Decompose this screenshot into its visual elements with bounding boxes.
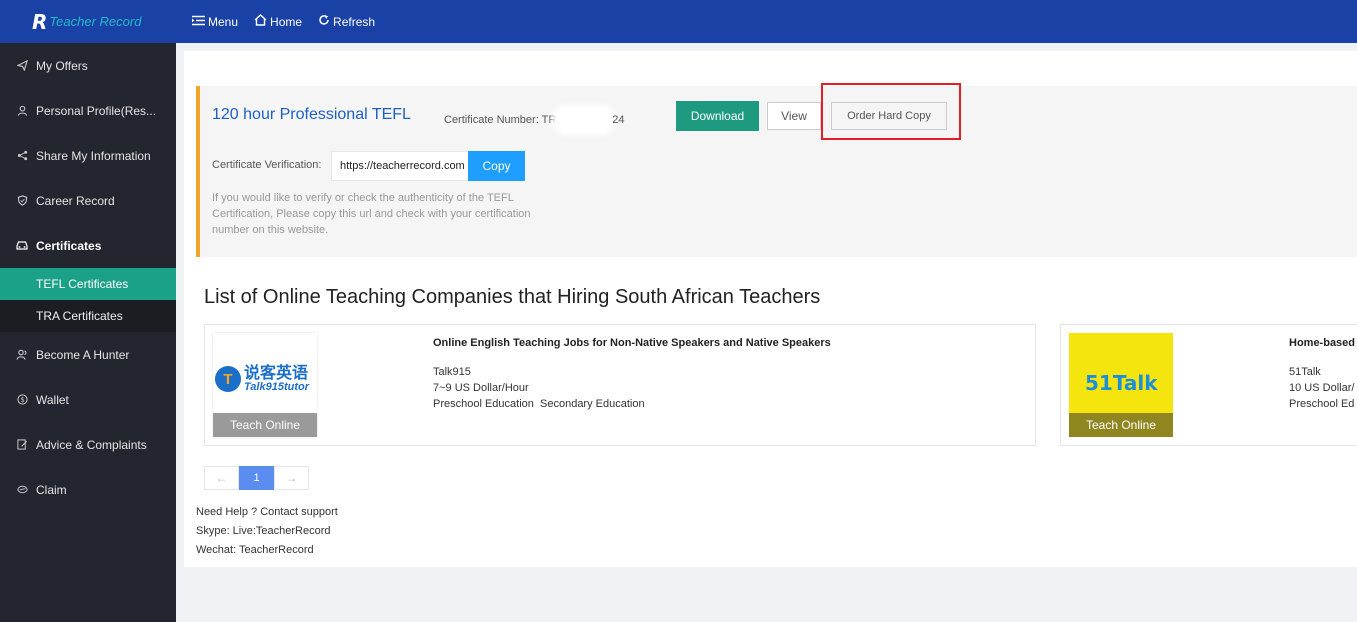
home-label: Home bbox=[270, 14, 303, 29]
svg-text:$: $ bbox=[20, 396, 24, 404]
refresh-label: Refresh bbox=[333, 14, 376, 29]
sidebar-item-wallet[interactable]: $ Wallet bbox=[0, 377, 176, 422]
company-salary: 10 US Dollar/ bbox=[1289, 382, 1355, 394]
certificate-number-label: Certificate Number: bbox=[444, 113, 539, 126]
verification-help-text: If you would like to verify or check the… bbox=[212, 192, 531, 236]
support-skype-line: Skype: Live:TeacherRecord bbox=[196, 525, 331, 537]
send-icon bbox=[16, 60, 28, 72]
support-wechat-line: Wechat: TeacherRecord bbox=[196, 544, 314, 556]
certificate-title: 120 hour Professional TEFL bbox=[212, 106, 411, 123]
user-icon bbox=[16, 105, 28, 117]
certificate-number: Certificate Number: TR 24 bbox=[444, 109, 625, 131]
users-icon bbox=[16, 349, 28, 361]
teach-online-badge: Teach Online bbox=[1069, 413, 1173, 437]
top-header: Menu Home Refresh bbox=[176, 0, 1357, 43]
sidebar-subitem-tra-certificates[interactable]: TRA Certificates bbox=[0, 300, 176, 332]
pagination: ← 1 → bbox=[204, 466, 309, 490]
sidebar: R Teacher Record My Offers Personal Prof… bbox=[0, 0, 176, 622]
sidebar-item-label: Advice & Complaints bbox=[36, 437, 147, 452]
company-logo[interactable]: T 说客英语 Talk915tutor Teach Online bbox=[213, 333, 317, 437]
menu-icon bbox=[192, 14, 205, 29]
company-card[interactable]: T 说客英语 Talk915tutor Teach Online Online … bbox=[204, 324, 1036, 446]
sidebar-item-claim[interactable]: Claim bbox=[0, 467, 176, 512]
company-heading[interactable]: Home-based bbox=[1289, 335, 1355, 351]
shield-icon bbox=[16, 195, 28, 207]
company-name: 51Talk bbox=[1289, 366, 1321, 378]
sidebar-item-label: Become A Hunter bbox=[36, 347, 130, 362]
order-hard-copy-button[interactable]: Order Hard Copy bbox=[831, 102, 947, 130]
logo-mark: R bbox=[32, 9, 48, 34]
edit-icon bbox=[16, 439, 28, 451]
sidebar-item-label: Claim bbox=[36, 482, 67, 497]
sidebar-item-share-info[interactable]: Share My Information bbox=[0, 133, 176, 178]
company-education: Preschool Education Secondary Education bbox=[433, 398, 645, 410]
sidebar-item-label: My Offers bbox=[36, 58, 88, 73]
company-logo[interactable]: 51Talk Teach Online bbox=[1069, 333, 1173, 437]
talk915-logo: T 说客英语 Talk915tutor bbox=[215, 365, 309, 393]
certificate-number-mask bbox=[556, 109, 613, 131]
copy-button[interactable]: Copy bbox=[468, 151, 525, 181]
sidebar-nav: My Offers Personal Profile(Res... Share … bbox=[0, 43, 176, 512]
tag-icon bbox=[16, 484, 28, 496]
company-card[interactable]: 51Talk Teach Online Home-based 51Talk 10… bbox=[1060, 324, 1357, 446]
next-page-button[interactable]: → bbox=[274, 466, 309, 490]
app-logo[interactable]: R Teacher Record bbox=[0, 0, 176, 43]
download-button[interactable]: Download bbox=[676, 101, 759, 131]
sidebar-item-career-record[interactable]: Career Record bbox=[0, 178, 176, 223]
sidebar-item-certificates[interactable]: Certificates bbox=[0, 223, 176, 268]
talk915-logo-en: Talk915tutor bbox=[244, 381, 310, 393]
sidebar-item-personal-profile[interactable]: Personal Profile(Res... bbox=[0, 88, 176, 133]
sidebar-item-label: Share My Information bbox=[36, 148, 151, 163]
share-icon bbox=[16, 150, 28, 162]
refresh-icon bbox=[318, 14, 330, 29]
page-1-button[interactable]: 1 bbox=[239, 466, 274, 490]
sidebar-item-label: Career Record bbox=[36, 193, 115, 208]
dollar-icon: $ bbox=[16, 394, 28, 406]
teach-online-badge: Teach Online bbox=[213, 413, 317, 437]
main-content: 120 hour Professional TEFL Certificate N… bbox=[184, 51, 1357, 567]
company-salary: 7~9 US Dollar/Hour bbox=[433, 382, 529, 394]
refresh-button[interactable]: Refresh bbox=[318, 14, 375, 29]
certificate-number-prefix: TR bbox=[541, 113, 557, 126]
app-title: Teacher Record bbox=[49, 14, 142, 29]
sidebar-item-label: Certificates bbox=[36, 238, 102, 253]
support-info: Need Help ? Contact support Skype: Live:… bbox=[196, 503, 338, 560]
sidebar-item-label: Personal Profile(Res... bbox=[36, 103, 157, 118]
companies-title: List of Online Teaching Companies that H… bbox=[204, 286, 821, 308]
certificate-number-suffix: 24 bbox=[612, 113, 625, 126]
company-name: Talk915 bbox=[433, 366, 471, 378]
company-info: Home-based 51Talk 10 US Dollar/ Preschoo… bbox=[1289, 335, 1355, 412]
support-help-line: Need Help ? Contact support bbox=[196, 506, 338, 518]
prev-page-button[interactable]: ← bbox=[204, 466, 239, 490]
talk51-logo: 51Talk bbox=[1085, 371, 1158, 395]
verification-label: Certificate Verification: bbox=[212, 159, 322, 171]
sidebar-item-become-hunter[interactable]: Become A Hunter bbox=[0, 332, 176, 377]
car-icon bbox=[16, 240, 28, 252]
menu-button[interactable]: Menu bbox=[192, 14, 238, 29]
talk915-logo-mark: T bbox=[215, 366, 241, 392]
sidebar-subitem-tefl-certificates[interactable]: TEFL Certificates bbox=[0, 268, 176, 300]
talk915-logo-cn: 说客英语 bbox=[244, 363, 309, 382]
verification-url-input[interactable] bbox=[331, 151, 469, 181]
view-button[interactable]: View bbox=[767, 102, 821, 130]
home-icon bbox=[254, 14, 267, 29]
company-education: Preschool Ed bbox=[1289, 398, 1355, 410]
sidebar-item-advice-complaints[interactable]: Advice & Complaints bbox=[0, 422, 176, 467]
menu-label: Menu bbox=[208, 14, 239, 29]
home-button[interactable]: Home bbox=[254, 14, 302, 29]
certificate-card: 120 hour Professional TEFL Certificate N… bbox=[196, 83, 1357, 257]
company-heading[interactable]: Online English Teaching Jobs for Non-Nat… bbox=[433, 335, 831, 351]
sidebar-item-label: Wallet bbox=[36, 392, 69, 407]
sidebar-item-my-offers[interactable]: My Offers bbox=[0, 43, 176, 88]
company-info: Online English Teaching Jobs for Non-Nat… bbox=[433, 335, 831, 412]
